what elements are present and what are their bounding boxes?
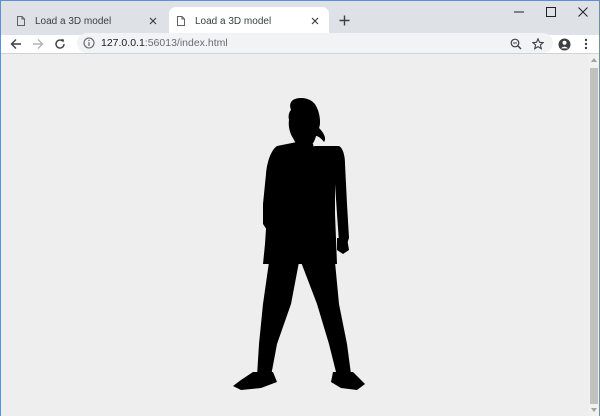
browser-toolbar: 127.0.0.1:56013/index.html [1,33,599,53]
tab-close-icon[interactable] [145,13,161,29]
plus-icon [339,15,349,25]
bookmark-button[interactable] [529,35,547,53]
browser-window: Load a 3D model Load a 3D model 127.0.0.… [0,0,600,416]
account-icon [558,38,570,50]
zoom-button[interactable] [507,35,525,53]
new-tab-button[interactable] [335,11,353,29]
url-path: :56013/index.html [144,37,228,49]
menu-button[interactable] [577,35,595,53]
tab-close-icon[interactable] [307,13,323,29]
tab-title: Load a 3D model [35,15,112,27]
more-vert-icon [584,38,588,50]
profile-button[interactable] [555,35,573,53]
url-text: 127.0.0.1:56013/index.html [101,37,228,49]
maximize-icon [546,7,556,17]
back-arrow-icon [10,39,21,49]
forward-button[interactable] [29,35,47,53]
star-icon [532,38,544,50]
human-silhouette-model [233,98,365,390]
page-viewport[interactable] [1,54,589,416]
tab-active[interactable]: Load a 3D model [169,7,329,35]
scrollbar-thumb[interactable] [590,68,598,404]
reload-button[interactable] [51,35,69,53]
info-icon[interactable] [83,37,95,49]
forward-arrow-icon [33,39,44,49]
tab-inactive[interactable]: Load a 3D model [9,7,167,35]
close-window-button[interactable] [567,1,599,23]
tab-divider [167,13,168,29]
window-controls [503,1,599,23]
tab-title: Load a 3D model [195,15,272,27]
url-host: 127.0.0.1 [101,37,145,49]
close-icon [578,7,588,17]
scroll-up-icon[interactable] [591,58,597,62]
zoom-icon [510,38,522,50]
vertical-scrollbar[interactable] [589,54,599,416]
document-icon [177,16,185,26]
address-bar[interactable]: 127.0.0.1:56013/index.html [77,33,553,53]
3d-model-canvas[interactable] [1,54,589,416]
tab-strip: Load a 3D model Load a 3D model [1,1,599,35]
document-icon [17,16,25,26]
scroll-down-icon[interactable] [591,408,597,412]
back-button[interactable] [7,35,25,53]
reload-icon [55,39,65,49]
maximize-button[interactable] [535,1,567,23]
minimize-button[interactable] [503,1,535,23]
minimize-icon [514,11,524,13]
